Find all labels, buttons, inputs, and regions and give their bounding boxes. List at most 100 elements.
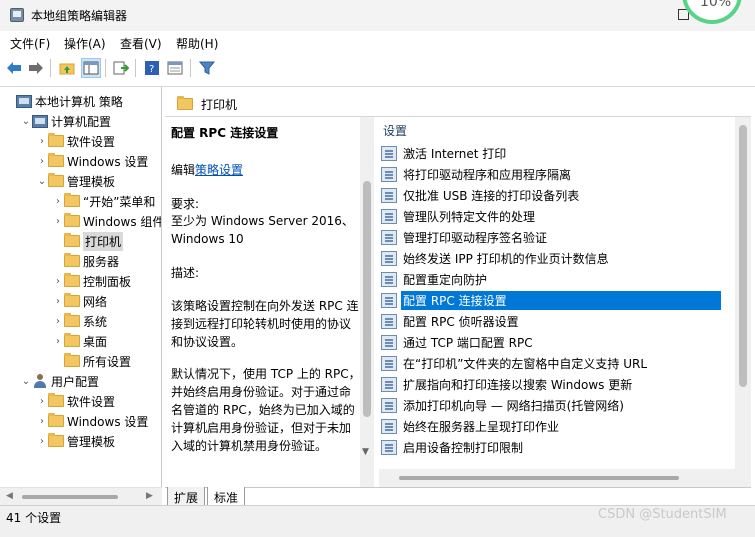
chevron-right-icon[interactable]: ›	[52, 296, 64, 307]
scroll-right-arrow-icon[interactable]: ▶	[146, 491, 153, 501]
description-panel: 配置 RPC 连接设置 编辑策略设置 要求: 至少为 Windows Serve…	[165, 117, 379, 487]
tree-item-label: 服务器	[83, 254, 120, 269]
chevron-down-icon[interactable]: ⌄	[20, 116, 32, 127]
settings-list-hscroll-thumb[interactable]	[399, 476, 679, 480]
tree-item[interactable]: › 系统	[52, 311, 107, 331]
setting-row[interactable]: 扩展指向和打印连接以搜索 Windows 更新	[381, 374, 721, 395]
setting-row[interactable]: 配置重定向防护	[381, 269, 721, 290]
chevron-down-icon[interactable]: ⌄	[20, 376, 32, 387]
setting-row[interactable]: 始终在服务器上呈现打印作业	[381, 416, 721, 437]
tree-item[interactable]: › 网络	[52, 291, 107, 311]
tree-item[interactable]: › Windows 设置	[36, 411, 148, 431]
export-list-button[interactable]	[111, 58, 131, 78]
setting-row[interactable]: 在“打印机”文件夹的左窗格中自定义支持 URL	[381, 353, 721, 374]
tab-standard[interactable]: 标准	[207, 487, 246, 506]
tree-hscrollbar[interactable]: ◀ ▶	[0, 487, 162, 507]
policy-setting-icon	[381, 314, 397, 329]
setting-row[interactable]: 将打印驱动程序和应用程序隔离	[381, 164, 721, 185]
edit-policy-link[interactable]: 策略设置	[195, 163, 243, 177]
setting-row[interactable]: 配置 RPC 连接设置	[381, 290, 721, 311]
setting-label: 在“打印机”文件夹的左窗格中自定义支持 URL	[403, 357, 648, 371]
tree-item[interactable]: › “开始”菜单和	[52, 191, 155, 211]
setting-row[interactable]: 仅批准 USB 连接的打印设备列表	[381, 185, 721, 206]
tree-item[interactable]: › Windows 设置	[36, 151, 148, 171]
user-icon	[32, 374, 48, 388]
chevron-right-icon[interactable]: ›	[52, 316, 64, 327]
setting-row[interactable]: 管理队列特定文件的处理	[381, 206, 721, 227]
chevron-right-icon[interactable]: ›	[52, 216, 64, 227]
chevron-right-icon[interactable]: ›	[36, 156, 48, 167]
tree-item[interactable]: ⌄ 用户配置	[20, 371, 99, 391]
tree-item[interactable]: › 控制面板	[52, 271, 131, 291]
toolbar-separator	[50, 59, 51, 77]
description-scrollbar[interactable]: ▼	[360, 117, 374, 487]
up-one-level-button[interactable]	[57, 58, 77, 78]
tree-item[interactable]: › 管理模板	[36, 431, 115, 451]
setting-row[interactable]: 添加打印机向导 — 网络扫描页(托管网络)	[381, 395, 721, 416]
tree-item[interactable]: 本地计算机 策略	[4, 91, 123, 111]
setting-label: 始终在服务器上呈现打印作业	[403, 420, 560, 434]
properties-button[interactable]	[165, 58, 185, 78]
filter-icon	[199, 61, 215, 75]
menu-action[interactable]: 操作(A)	[64, 35, 106, 52]
setting-row[interactable]: 启用设备控制打印限制	[381, 437, 721, 458]
chevron-down-icon[interactable]: ⌄	[36, 176, 48, 187]
requirements-label: 要求:	[171, 197, 200, 211]
svg-text:?: ?	[149, 64, 154, 75]
column-header-setting[interactable]: 设置	[383, 122, 407, 139]
tree-item[interactable]: › 桌面	[52, 331, 107, 351]
tree-item[interactable]: 打印机	[52, 231, 124, 251]
policy-setting-icon	[381, 440, 397, 455]
menu-file[interactable]: 文件(F)	[10, 35, 50, 52]
setting-row[interactable]: 通过 TCP 端口配置 RPC	[381, 332, 721, 353]
folder-icon	[48, 413, 64, 427]
scroll-down-arrow-icon[interactable]: ▼	[362, 447, 369, 457]
chevron-right-icon[interactable]: ›	[52, 336, 64, 347]
policy-setting-icon	[381, 335, 397, 350]
tree-item[interactable]: › 软件设置	[36, 131, 115, 151]
setting-row[interactable]: 管理打印驱动程序签名验证	[381, 227, 721, 248]
tree-item[interactable]: 所有设置	[52, 351, 131, 371]
description-scroll-thumb[interactable]	[363, 181, 371, 417]
chevron-right-icon[interactable]: ›	[36, 436, 48, 447]
menu-bar: 文件(F) 操作(A) 查看(V) 帮助(H)	[0, 31, 755, 53]
tree-item-label: 网络	[83, 294, 108, 309]
tree-item[interactable]: › Windows 组件	[52, 211, 161, 231]
settings-list-scrollbar[interactable]	[735, 117, 751, 487]
tree-hscroll-thumb[interactable]	[22, 495, 118, 499]
tree-item-label: 软件设置	[67, 134, 116, 149]
show-hide-tree-button[interactable]	[81, 58, 101, 78]
folder-icon	[64, 273, 80, 287]
scroll-left-arrow-icon[interactable]: ◀	[6, 491, 13, 501]
setting-row[interactable]: 激活 Internet 打印	[381, 143, 721, 164]
settings-list-hscrollbar[interactable]	[379, 469, 735, 487]
chevron-right-icon[interactable]: ›	[36, 136, 48, 147]
policy-setting-icon	[381, 293, 397, 308]
help-button[interactable]: ?	[142, 58, 162, 78]
status-text: 41 个设置	[6, 511, 62, 525]
tree-item[interactable]: ⌄ 计算机配置	[20, 111, 111, 131]
chevron-right-icon[interactable]: ›	[36, 396, 48, 407]
tab-extended[interactable]: 扩展	[167, 487, 206, 506]
setting-label: 添加打印机向导 — 网络扫描页(托管网络)	[403, 399, 624, 413]
setting-row[interactable]: 始终发送 IPP 打印机的作业页计数信息	[381, 248, 721, 269]
main-area: 本地计算机 策略 ⌄ 计算机配置 › 软件设置 › Windows 设置 ⌄ 管理模板 › “开始”…	[0, 86, 755, 507]
forward-button[interactable]	[26, 58, 46, 78]
setting-label: 配置 RPC 侦听器设置	[403, 315, 519, 329]
menu-help[interactable]: 帮助(H)	[176, 35, 218, 52]
tree-item-label: 控制面板	[83, 274, 132, 289]
setting-row[interactable]: 配置 RPC 侦听器设置	[381, 311, 721, 332]
settings-list-scroll-thumb[interactable]	[739, 125, 747, 387]
tree-item[interactable]: ⌄ 管理模板	[36, 171, 115, 191]
menu-view[interactable]: 查看(V)	[120, 35, 162, 52]
chevron-right-icon[interactable]: ›	[52, 276, 64, 287]
view-tabs: 扩展 标准	[165, 487, 751, 507]
filter-button[interactable]	[197, 58, 217, 78]
folder-icon	[48, 173, 64, 187]
back-button[interactable]	[4, 58, 24, 78]
chevron-right-icon[interactable]: ›	[52, 196, 64, 207]
setting-label: 管理队列特定文件的处理	[403, 210, 536, 224]
tree-item[interactable]: 服务器	[52, 251, 119, 271]
tree-item[interactable]: › 软件设置	[36, 391, 115, 411]
chevron-right-icon[interactable]: ›	[36, 416, 48, 427]
